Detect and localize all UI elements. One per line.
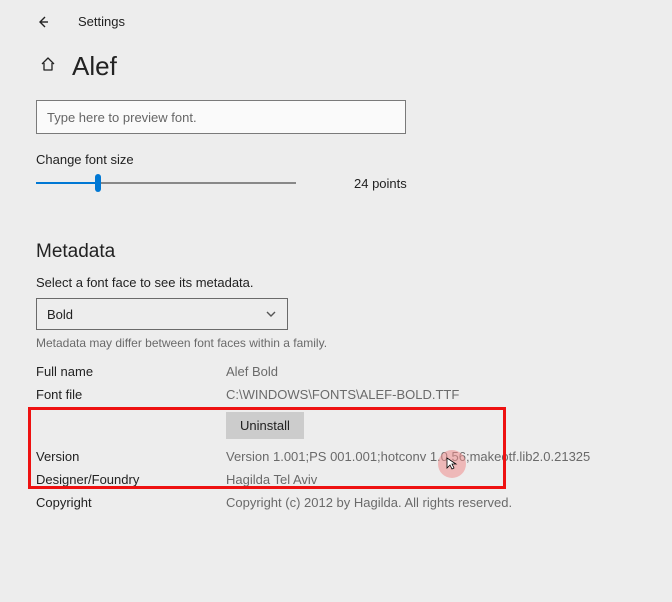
page-title: Alef xyxy=(72,51,117,82)
metadata-heading: Metadata xyxy=(36,241,636,263)
font-size-label: Change font size xyxy=(36,152,636,167)
chevron-down-icon xyxy=(265,308,277,320)
font-face-selected: Bold xyxy=(47,307,73,322)
row-copyright: Copyright Copyright (c) 2012 by Hagilda.… xyxy=(36,491,636,514)
uninstall-button[interactable]: Uninstall xyxy=(226,412,304,439)
breadcrumb-settings: Settings xyxy=(78,14,125,29)
preview-font-input[interactable] xyxy=(36,100,406,134)
font-face-select[interactable]: Bold xyxy=(36,298,288,330)
row-font-file: Font file C:\WINDOWS\FONTS\ALEF-BOLD.TTF xyxy=(36,383,636,406)
metadata-table: Full name Alef Bold Font file C:\WINDOWS… xyxy=(36,360,636,514)
home-icon[interactable] xyxy=(40,56,56,77)
metadata-note: Metadata may differ between font faces w… xyxy=(36,336,636,350)
font-size-slider[interactable] xyxy=(36,173,296,193)
font-size-value: 24 points xyxy=(354,176,407,191)
back-button[interactable] xyxy=(36,15,50,29)
row-full-name: Full name Alef Bold xyxy=(36,360,636,383)
row-version: Version Version 1.001;PS 001.001;hotconv… xyxy=(36,445,636,468)
row-designer: Designer/Foundry Hagilda Tel Aviv xyxy=(36,468,636,491)
metadata-sublabel: Select a font face to see its metadata. xyxy=(36,275,636,290)
